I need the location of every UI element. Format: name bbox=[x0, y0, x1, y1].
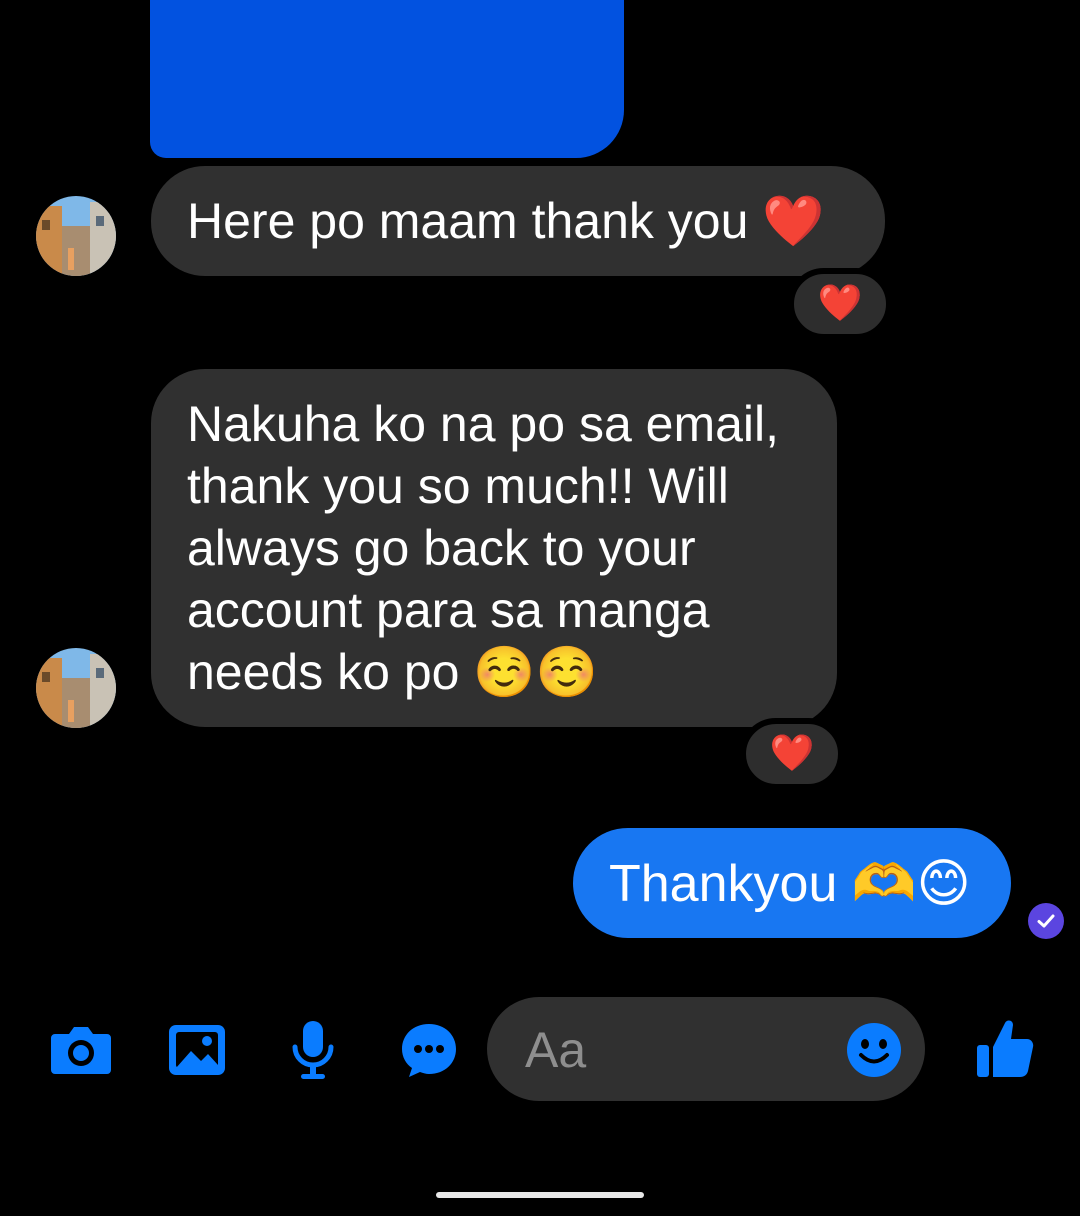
message-reaction[interactable]: ❤️ bbox=[740, 718, 844, 790]
contact-avatar[interactable] bbox=[36, 196, 116, 276]
message-line: always go back to your bbox=[187, 520, 696, 576]
message-composer[interactable] bbox=[487, 997, 925, 1101]
message-input[interactable] bbox=[523, 1017, 827, 1083]
message-line: account para sa manga bbox=[187, 582, 710, 638]
incoming-message[interactable]: Nakuha ko na po sa email, thank you so m… bbox=[151, 369, 837, 727]
outgoing-message[interactable]: Thankyou 🫶😊 bbox=[573, 828, 1011, 938]
shared-media-bubble[interactable] bbox=[150, 0, 624, 158]
thumbs-up-icon[interactable] bbox=[974, 1016, 1036, 1080]
incoming-message[interactable]: Here po maam thank you ❤️ bbox=[151, 166, 885, 276]
gallery-icon[interactable] bbox=[166, 1022, 228, 1078]
message-line: Nakuha ko na po sa email, bbox=[187, 396, 780, 452]
microphone-icon[interactable] bbox=[288, 1018, 338, 1082]
heart-reaction: ❤️ bbox=[769, 733, 815, 774]
message-line: thank you so much!! Will bbox=[187, 458, 729, 514]
home-indicator[interactable] bbox=[436, 1192, 644, 1198]
message-reaction[interactable]: ❤️ bbox=[788, 268, 892, 340]
heart-reaction: ❤️ bbox=[817, 283, 863, 324]
contact-avatar[interactable] bbox=[36, 648, 116, 728]
seen-check-icon bbox=[1028, 903, 1064, 939]
smiley-icon[interactable] bbox=[845, 1021, 903, 1079]
message-text: Here po maam thank you ❤️ bbox=[187, 193, 825, 249]
message-text: Thankyou 🫶😊 bbox=[609, 854, 971, 913]
chat-more-icon[interactable] bbox=[398, 1020, 460, 1080]
camera-icon[interactable] bbox=[48, 1022, 114, 1078]
message-line: needs ko po ☺️☺️ bbox=[187, 644, 598, 700]
